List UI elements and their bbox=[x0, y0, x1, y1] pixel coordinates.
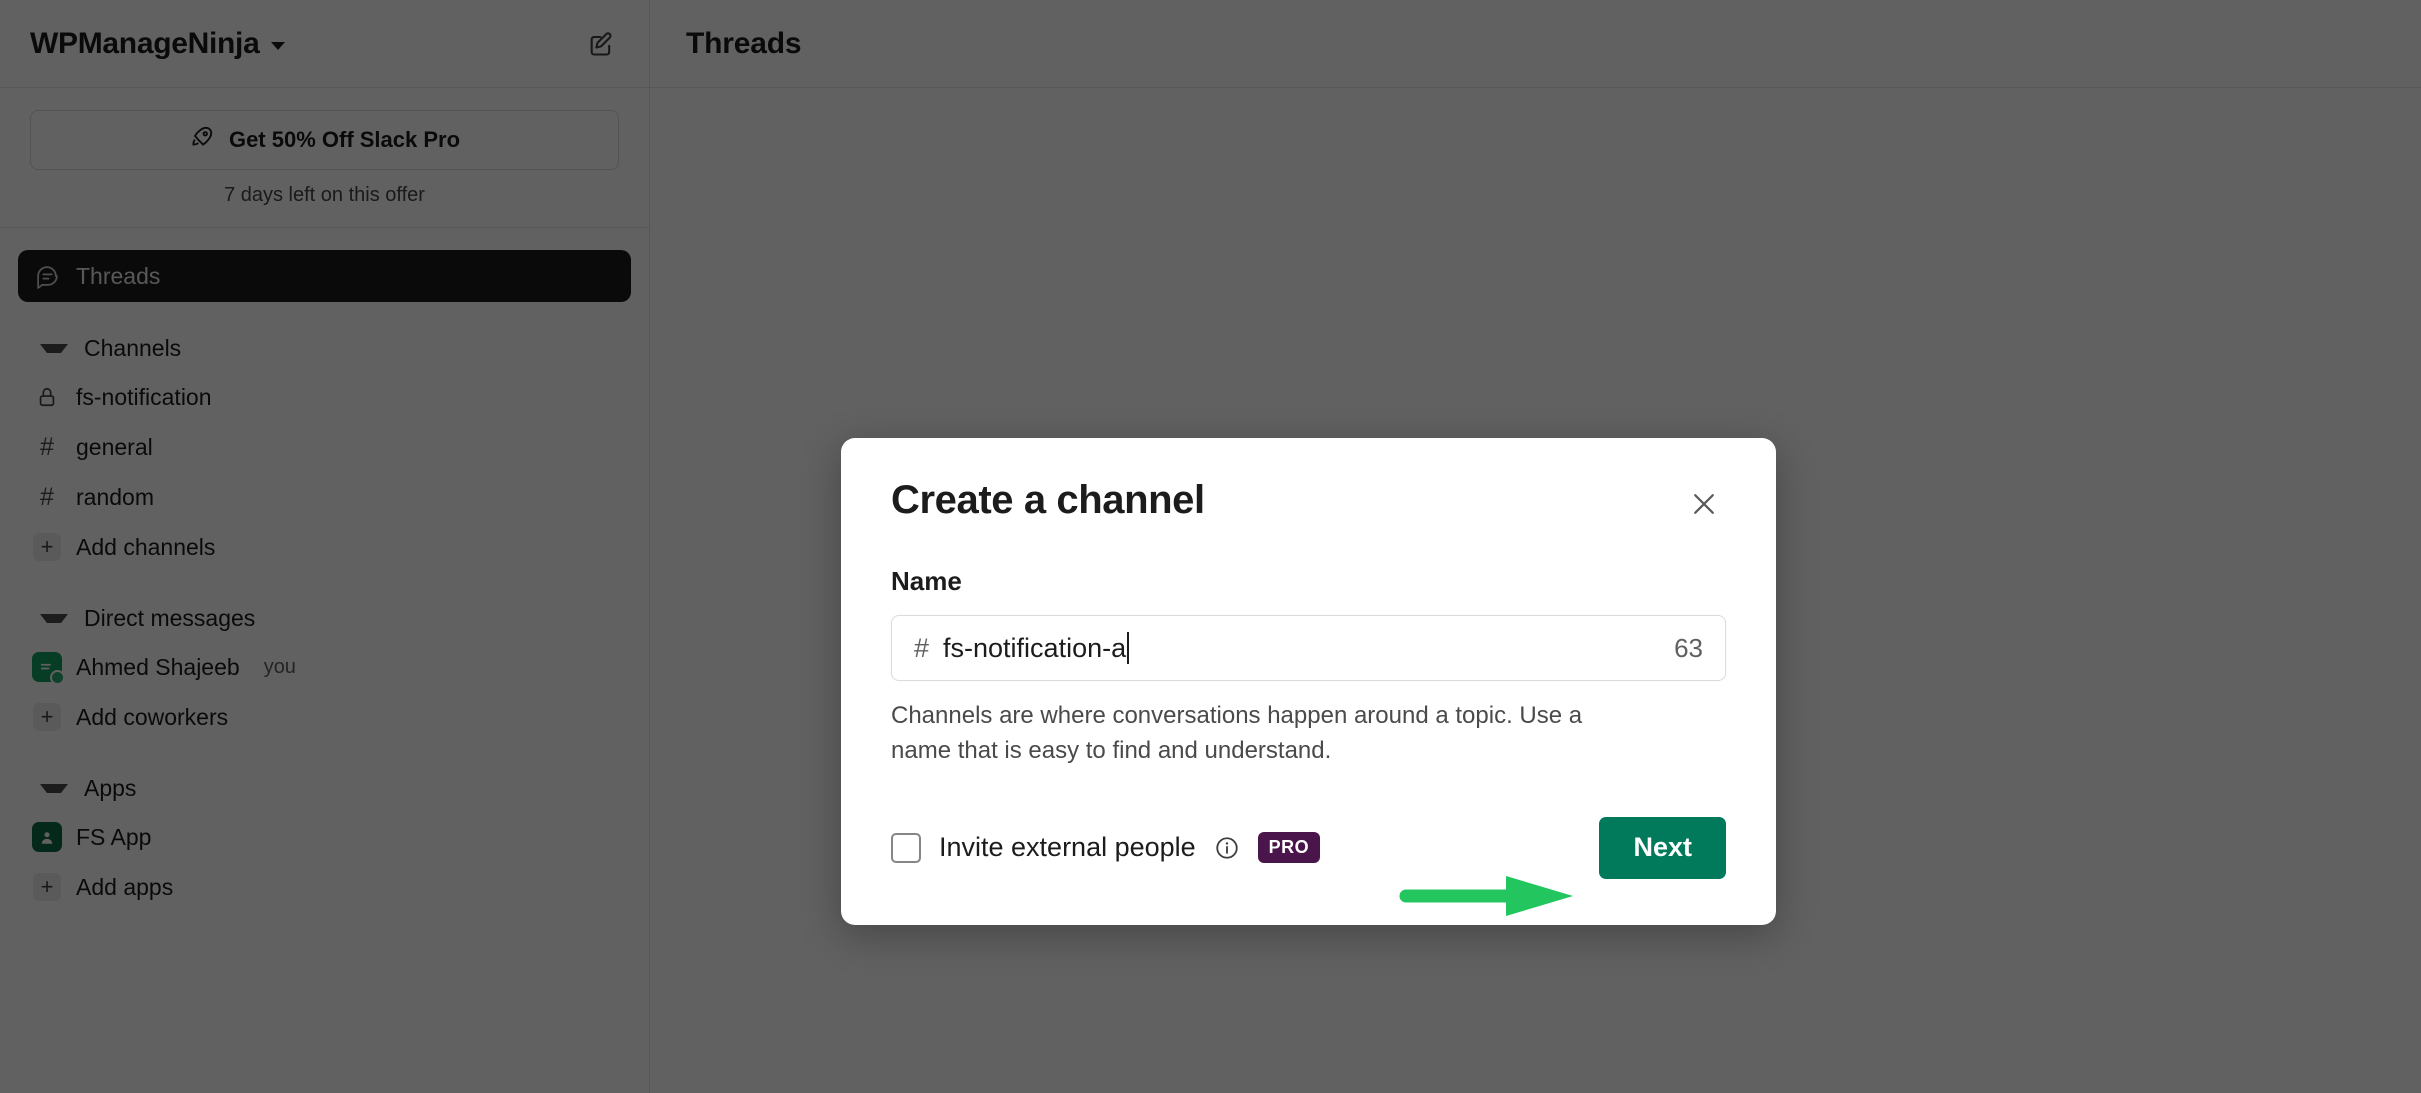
character-counter: 63 bbox=[1674, 632, 1703, 663]
dialog-title: Create a channel bbox=[891, 478, 1205, 522]
name-field-help-text: Channels are where conversations happen … bbox=[891, 702, 1583, 764]
dialog-header: Create a channel bbox=[891, 478, 1726, 526]
channel-name-input[interactable]: # fs-notification-a 63 bbox=[891, 615, 1726, 681]
dialog-footer: Invite external people PRO Next bbox=[891, 816, 1726, 879]
pro-badge: PRO bbox=[1257, 832, 1321, 864]
text-caret bbox=[1127, 632, 1130, 664]
hash-icon: # bbox=[914, 632, 930, 663]
invite-external-row: Invite external people PRO bbox=[891, 832, 1321, 864]
next-button[interactable]: Next bbox=[1599, 816, 1726, 879]
channel-name-value: fs-notification-a bbox=[943, 632, 1674, 664]
channel-name-text: fs-notification-a bbox=[943, 632, 1127, 663]
create-channel-dialog: Create a channel Name # fs-notification-… bbox=[841, 438, 1776, 925]
close-icon[interactable] bbox=[1682, 482, 1726, 526]
name-field-label: Name bbox=[891, 566, 962, 596]
info-icon[interactable] bbox=[1214, 835, 1240, 861]
invite-external-label: Invite external people bbox=[939, 832, 1196, 863]
invite-external-checkbox[interactable] bbox=[891, 832, 921, 863]
